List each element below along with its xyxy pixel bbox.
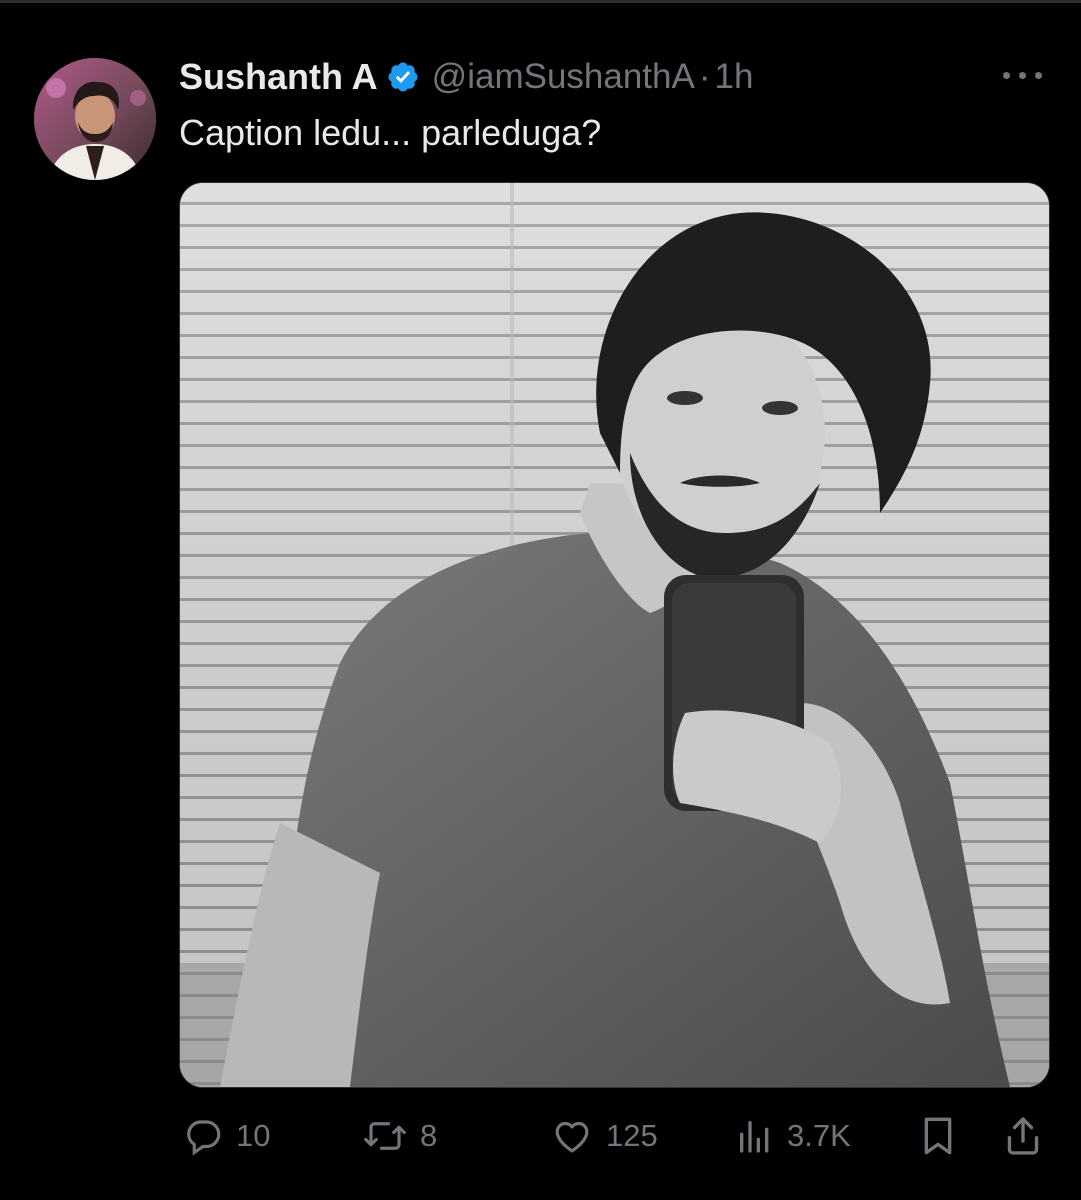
- reply-count: 10: [236, 1118, 271, 1153]
- views-button[interactable]: 3.7K: [735, 1108, 851, 1164]
- tweet-header: Sushanth A @iamSushanthA · 1h: [179, 52, 753, 102]
- timestamp[interactable]: 1h: [715, 57, 754, 97]
- heart-icon: [550, 1115, 594, 1157]
- share-button[interactable]: [1002, 1108, 1044, 1164]
- bookmark-button[interactable]: [918, 1108, 958, 1164]
- more-options-button[interactable]: [1001, 62, 1045, 88]
- more-dot: [1035, 72, 1042, 79]
- display-name[interactable]: Sushanth A: [179, 56, 378, 98]
- share-icon: [1002, 1114, 1044, 1158]
- analytics-icon: [735, 1115, 775, 1157]
- retweet-icon: [362, 1115, 408, 1157]
- reply-button[interactable]: 10: [182, 1108, 270, 1164]
- reply-icon: [182, 1115, 224, 1157]
- top-divider: [0, 0, 1081, 3]
- action-bar: 10 8 125 3.7K: [0, 1108, 1081, 1164]
- more-dot: [1019, 72, 1026, 79]
- retweet-count: 8: [420, 1118, 438, 1153]
- avatar[interactable]: [34, 58, 156, 180]
- like-count: 125: [606, 1118, 658, 1153]
- grayscale-mirror-selfie-photo: [180, 183, 1049, 1087]
- view-count: 3.7K: [787, 1118, 851, 1153]
- verified-badge-icon: [386, 60, 420, 94]
- tweet-text: Caption ledu... parleduga?: [179, 112, 602, 153]
- more-horizontal-icon: [1003, 72, 1010, 79]
- handle[interactable]: @iamSushanthA: [432, 57, 695, 97]
- separator-dot: ·: [698, 57, 711, 96]
- tweet-photo[interactable]: [179, 182, 1050, 1088]
- bookmark-icon: [918, 1114, 958, 1158]
- like-button[interactable]: 125: [550, 1108, 658, 1164]
- retweet-button[interactable]: 8: [362, 1108, 437, 1164]
